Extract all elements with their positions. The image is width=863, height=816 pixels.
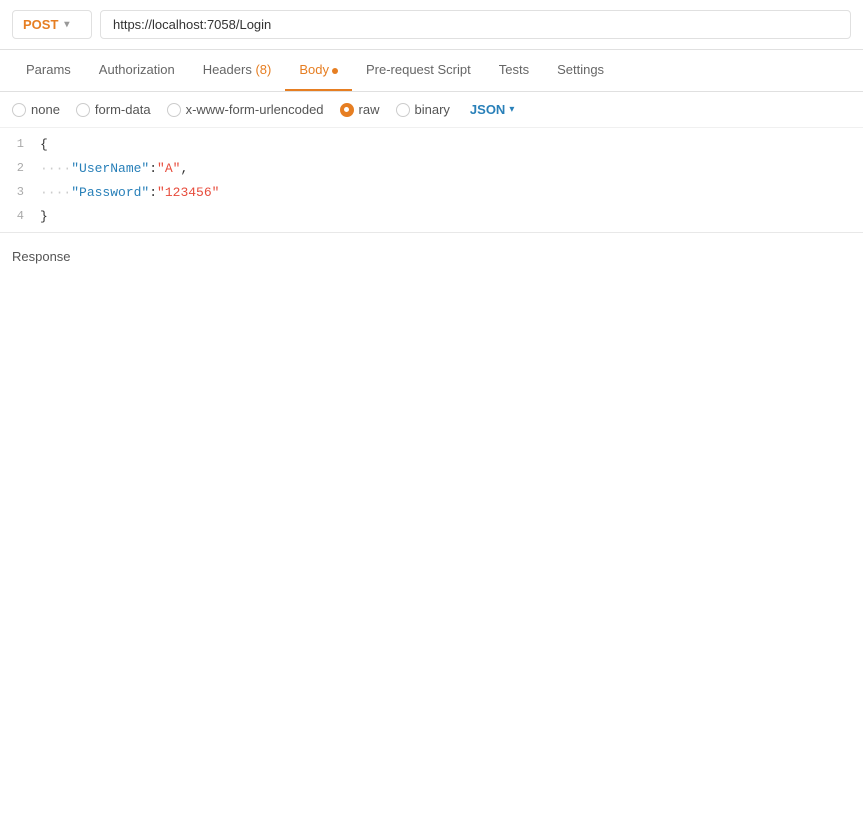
line-number-1: 1 — [0, 137, 40, 151]
line-content-1: { — [40, 137, 863, 152]
tab-settings[interactable]: Settings — [543, 50, 618, 91]
tab-authorization[interactable]: Authorization — [85, 50, 189, 91]
tab-tests[interactable]: Tests — [485, 50, 543, 91]
json-chevron-icon: ▾ — [509, 104, 514, 115]
tab-body[interactable]: Body — [285, 50, 352, 91]
option-x-www-form-urlencoded[interactable]: x-www-form-urlencoded — [167, 102, 324, 117]
tab-headers[interactable]: Headers (8) — [189, 50, 286, 91]
json-type-select[interactable]: JSON ▾ — [470, 102, 514, 117]
body-dot — [332, 68, 338, 74]
line-content-2: ····"UserName":"A", — [40, 161, 863, 176]
radio-none — [12, 103, 26, 117]
tabs-bar: Params Authorization Headers (8) Body Pr… — [0, 50, 863, 92]
code-line-1: 1 { — [0, 132, 863, 156]
body-options-bar: none form-data x-www-form-urlencoded raw… — [0, 92, 863, 128]
radio-form-data — [76, 103, 90, 117]
method-chevron-icon: ▾ — [64, 19, 69, 30]
tab-params[interactable]: Params — [12, 50, 85, 91]
radio-raw — [340, 103, 354, 117]
method-select[interactable]: POST ▾ — [12, 10, 92, 39]
headers-badge: (8) — [255, 62, 271, 77]
url-bar: POST ▾ — [0, 0, 863, 50]
code-line-3: 3 ····"Password":"123456" — [0, 180, 863, 204]
code-editor[interactable]: 1 { 2 ····"UserName":"A", 3 ····"Passwor… — [0, 128, 863, 233]
option-form-data[interactable]: form-data — [76, 102, 151, 117]
option-raw[interactable]: raw — [340, 102, 380, 117]
line-content-3: ····"Password":"123456" — [40, 185, 863, 200]
option-binary[interactable]: binary — [396, 102, 450, 117]
tab-pre-request[interactable]: Pre-request Script — [352, 50, 485, 91]
radio-binary — [396, 103, 410, 117]
radio-x-www-form-urlencoded — [167, 103, 181, 117]
line-number-4: 4 — [0, 209, 40, 223]
line-number-2: 2 — [0, 161, 40, 175]
response-section: Response — [0, 233, 863, 280]
method-label: POST — [23, 17, 58, 32]
code-line-2: 2 ····"UserName":"A", — [0, 156, 863, 180]
line-content-4: } — [40, 209, 863, 224]
code-line-4: 4 } — [0, 204, 863, 228]
line-number-3: 3 — [0, 185, 40, 199]
url-input[interactable] — [100, 10, 851, 39]
response-label: Response — [12, 249, 71, 264]
option-none[interactable]: none — [12, 102, 60, 117]
